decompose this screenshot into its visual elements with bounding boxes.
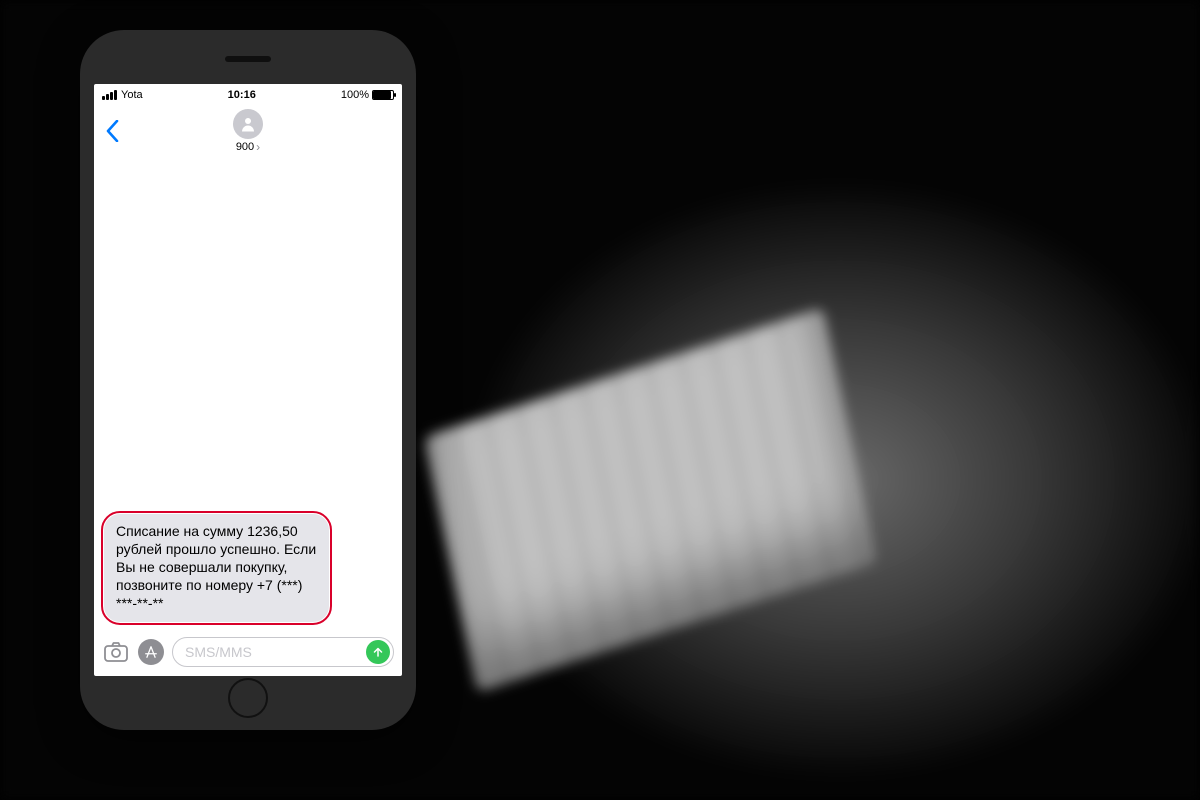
chevron-right-icon: ›	[256, 140, 260, 154]
send-button[interactable]	[366, 640, 390, 664]
clock: 10:16	[228, 89, 256, 101]
message-text: Списание на сумму 1236,50 рублей прошло …	[116, 523, 316, 611]
battery-percent: 100%	[341, 89, 369, 101]
home-button[interactable]	[228, 678, 268, 718]
phone-device: Yota 10:16 100% 900 ›	[80, 30, 416, 730]
appstore-button[interactable]	[138, 639, 164, 665]
contact-header[interactable]: 900 ›	[233, 109, 263, 154]
message-input[interactable]: SMS/MMS	[172, 637, 394, 667]
camera-button[interactable]	[102, 638, 130, 666]
camera-icon	[104, 642, 128, 662]
arrow-up-icon	[372, 646, 384, 658]
chevron-left-icon	[106, 120, 119, 142]
composer-bar: SMS/MMS	[94, 634, 402, 676]
screen: Yota 10:16 100% 900 ›	[94, 84, 402, 676]
appstore-icon	[144, 645, 158, 659]
status-bar-left: Yota	[102, 89, 143, 101]
person-icon	[239, 115, 257, 133]
phone-speaker	[225, 56, 271, 62]
message-thread[interactable]: Списание на сумму 1236,50 рублей прошло …	[94, 156, 402, 634]
contact-name: 900	[236, 141, 254, 153]
carrier-label: Yota	[121, 89, 143, 101]
input-placeholder: SMS/MMS	[185, 644, 252, 660]
avatar	[233, 109, 263, 139]
incoming-message-bubble[interactable]: Списание на сумму 1236,50 рублей прошло …	[104, 514, 329, 622]
status-bar-right: 100%	[341, 89, 394, 101]
signal-icon	[102, 90, 117, 100]
battery-icon	[372, 90, 394, 100]
nav-header: 900 ›	[94, 106, 402, 156]
back-button[interactable]	[100, 106, 125, 156]
contact-name-row: 900 ›	[236, 140, 260, 154]
status-bar: Yota 10:16 100%	[94, 84, 402, 106]
